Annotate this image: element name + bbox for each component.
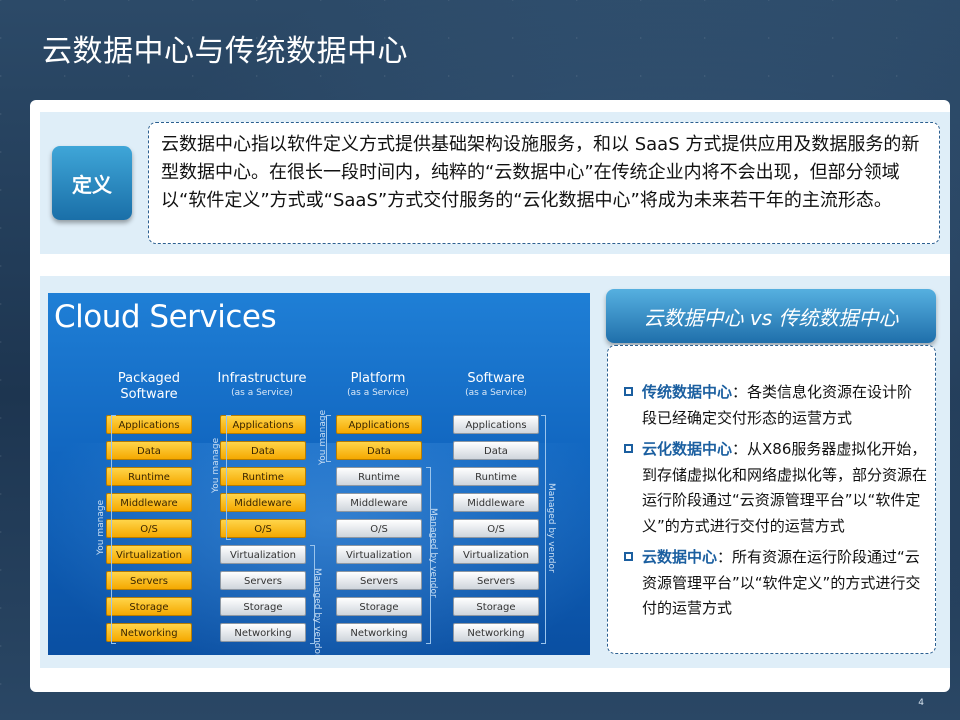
layer-packaged-3: Middleware xyxy=(106,493,192,512)
layer-iaas-8: Networking xyxy=(220,623,306,642)
layer-paas-6: Servers xyxy=(336,571,422,590)
layer-iaas-1: Data xyxy=(220,441,306,460)
layer-paas-2: Runtime xyxy=(336,467,422,486)
column-subtitle: (as a Service) xyxy=(231,388,293,398)
layer-paas-5: Virtualization xyxy=(336,545,422,564)
square-bullet-icon xyxy=(624,552,633,561)
column-name: Software xyxy=(467,371,525,386)
layer-paas-3: Middleware xyxy=(336,493,422,512)
layer-packaged-8: Networking xyxy=(106,623,192,642)
cloud-services-title: Cloud Services xyxy=(54,299,277,335)
you-manage-label-paas: You manage xyxy=(318,409,328,465)
layer-packaged-4: O/S xyxy=(106,519,192,538)
column-name: Packaged xyxy=(117,371,181,386)
layer-paas-0: Applications xyxy=(336,415,422,434)
layer-iaas-5: Virtualization xyxy=(220,545,306,564)
column-header-iaas: Infrastructure (as a Service) xyxy=(212,371,312,399)
vendor-label-paas: Managed by vendor xyxy=(428,508,438,598)
column-name-line2: Software xyxy=(120,387,178,402)
layer-packaged-6: Servers xyxy=(106,571,192,590)
comparison-term: 传统数据中心 xyxy=(642,383,733,401)
layer-iaas-4: O/S xyxy=(220,519,306,538)
layer-iaas-2: Runtime xyxy=(220,467,306,486)
layer-packaged-5: Virtualization xyxy=(106,545,192,564)
layer-saas-3: Middleware xyxy=(453,493,539,512)
brace-you-manage-iaas xyxy=(226,415,231,540)
layer-packaged-1: Data xyxy=(106,441,192,460)
layer-packaged-7: Storage xyxy=(106,597,192,616)
column-name: Infrastructure xyxy=(217,371,307,386)
square-bullet-icon xyxy=(624,444,633,453)
column-subtitle: (as a Service) xyxy=(465,388,527,398)
layer-iaas-7: Storage xyxy=(220,597,306,616)
layer-paas-7: Storage xyxy=(336,597,422,616)
comparison-term: 云化数据中心 xyxy=(642,440,733,458)
comparison-item-traditional: 传统数据中心：各类信息化资源在设计阶段已经确定交付形态的运营方式 xyxy=(624,380,927,431)
layer-saas-7: Storage xyxy=(453,597,539,616)
layer-packaged-0: Applications xyxy=(106,415,192,434)
comparison-header: 云数据中心 vs 传统数据中心 xyxy=(606,289,936,343)
layer-iaas-3: Middleware xyxy=(220,493,306,512)
you-manage-label-iaas: You manage xyxy=(211,437,221,493)
column-name: Platform xyxy=(350,371,406,386)
comparison-list: 传统数据中心：各类信息化资源在设计阶段已经确定交付形态的运营方式 云化数据中心：… xyxy=(607,345,936,654)
cloud-services-diagram: Cloud Services Packaged Software Infrast… xyxy=(48,293,590,655)
page-title: 云数据中心与传统数据中心 xyxy=(42,34,408,69)
column-header-saas: Software (as a Service) xyxy=(446,371,546,399)
layer-saas-1: Data xyxy=(453,441,539,460)
layer-paas-4: O/S xyxy=(336,519,422,538)
layer-iaas-6: Servers xyxy=(220,571,306,590)
layer-saas-0: Applications xyxy=(453,415,539,434)
column-header-paas: Platform (as a Service) xyxy=(328,371,428,399)
comparison-item-cloud: 云数据中心：所有资源在运行阶段通过“云资源管理平台”以“软件定义”的方式进行交付… xyxy=(624,545,927,622)
vendor-label-iaas: Managed by vendor xyxy=(312,568,322,655)
layer-paas-8: Networking xyxy=(336,623,422,642)
column-header-packaged: Packaged Software xyxy=(99,371,199,403)
layer-paas-1: Data xyxy=(336,441,422,460)
page-number: 4 xyxy=(918,698,924,708)
layer-saas-2: Runtime xyxy=(453,467,539,486)
layer-saas-5: Virtualization xyxy=(453,545,539,564)
vendor-label-saas: Managed by vendor xyxy=(546,483,556,573)
you-manage-label-packaged: You manage xyxy=(96,499,106,555)
layer-saas-8: Networking xyxy=(453,623,539,642)
definition-badge: 定义 xyxy=(52,146,132,220)
comparison-term: 云数据中心 xyxy=(642,548,718,566)
column-subtitle: (as a Service) xyxy=(347,388,409,398)
layer-saas-4: O/S xyxy=(453,519,539,538)
square-bullet-icon xyxy=(624,387,633,396)
layer-packaged-2: Runtime xyxy=(106,467,192,486)
definition-text: 云数据中心指以软件定义方式提供基础架构设施服务，和以 SaaS 方式提供应用及数… xyxy=(148,122,940,244)
comparison-item-cloudified: 云化数据中心：从X86服务器虚拟化开始，到存储虚拟化和网络虚拟化等，部分资源在运… xyxy=(624,437,927,539)
brace-you-manage-packaged xyxy=(111,415,116,644)
layer-iaas-0: Applications xyxy=(220,415,306,434)
layer-saas-6: Servers xyxy=(453,571,539,590)
